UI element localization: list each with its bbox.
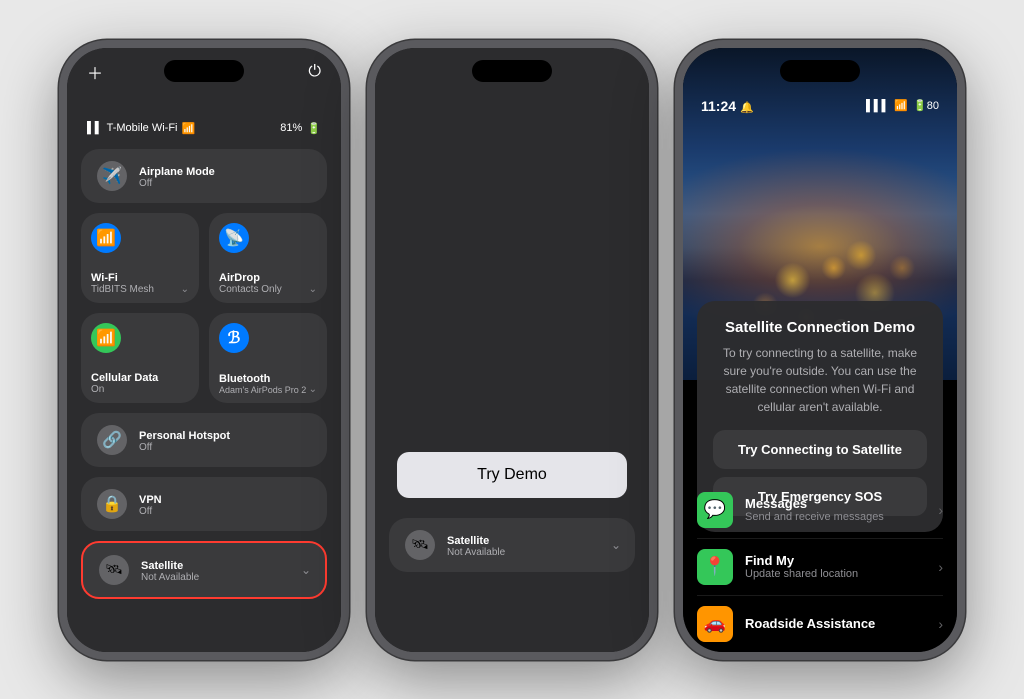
vpn-labels: VPN Off bbox=[139, 490, 162, 517]
tiles-section: ✈️ Airplane Mode Off bbox=[67, 149, 341, 203]
p3-status-icons: ▌▌▌ 📶 🔋80 bbox=[866, 99, 939, 112]
vpn-tile[interactable]: 🔒 VPN Off bbox=[81, 477, 327, 531]
p2-satellite-chevron: ⌄ bbox=[611, 538, 621, 552]
carrier-label: T-Mobile Wi-Fi bbox=[107, 122, 178, 134]
airdrop-tile[interactable]: 📡 AirDrop Contacts Only ⌄ bbox=[209, 213, 327, 303]
messages-text: Messages Send and receive messages bbox=[745, 496, 926, 523]
hotspot-labels: Personal Hotspot Off bbox=[139, 426, 230, 453]
plus-icon: ＋ bbox=[87, 60, 103, 84]
airplane-icon: ✈️ bbox=[97, 161, 127, 191]
p3-status-bar: 11:24 🔔 ▌▌▌ 📶 🔋80 bbox=[683, 98, 957, 114]
connectivity-grid: 📶 Wi-Fi TidBITS Mesh ⌄ 📡 AirDrop Contact… bbox=[67, 213, 341, 403]
bluetooth-labels: Bluetooth Adam's AirPods Pro 2 bbox=[219, 369, 317, 395]
apps-list: 💬 Messages Send and receive messages › 📍… bbox=[697, 482, 943, 652]
extra-tiles: 🔗 Personal Hotspot Off 🔒 VPN Off 🛰 bbox=[67, 413, 341, 599]
airplane-label: Airplane Mode Off bbox=[139, 162, 215, 189]
satellite-connection-screen: 11:24 🔔 ▌▌▌ 📶 🔋80 Satellite Connection D… bbox=[683, 48, 957, 652]
bluetooth-icon: ℬ bbox=[219, 323, 249, 353]
messages-app-row[interactable]: 💬 Messages Send and receive messages › bbox=[697, 482, 943, 539]
cellular-labels: Cellular Data On bbox=[91, 368, 189, 395]
messages-icon: 💬 bbox=[697, 492, 733, 528]
wifi-icon: 📶 bbox=[91, 223, 121, 253]
status-bar: ▌▌ T-Mobile Wi-Fi 📶 81% 🔋 bbox=[67, 122, 341, 135]
findmy-app-row[interactable]: 📍 Find My Update shared location › bbox=[697, 539, 943, 596]
try-connecting-button[interactable]: Try Connecting to Satellite bbox=[713, 430, 927, 469]
try-demo-button[interactable]: Try Demo bbox=[397, 452, 627, 498]
roadside-chevron: › bbox=[938, 616, 943, 632]
carrier-wifi: ▌▌ T-Mobile Wi-Fi 📶 bbox=[87, 122, 195, 135]
satellite-labels: Satellite Not Available bbox=[141, 556, 199, 583]
battery-percent: 81% bbox=[280, 122, 302, 134]
hotspot-tile[interactable]: 🔗 Personal Hotspot Off bbox=[81, 413, 327, 467]
battery-icon: 🔋 bbox=[307, 122, 321, 135]
phone2-frame: Try Demo 🛰 Satellite Not Available ⌄ bbox=[367, 40, 657, 660]
p2-satellite-tile[interactable]: 🛰 Satellite Not Available ⌄ bbox=[389, 518, 635, 572]
p2-satellite-icon: 🛰 bbox=[405, 530, 435, 560]
wifi-icon: 📶 bbox=[181, 122, 195, 135]
p2-satellite-labels: Satellite Not Available bbox=[447, 531, 505, 558]
p3-time: 11:24 🔔 bbox=[701, 98, 754, 114]
messages-chevron: › bbox=[938, 502, 943, 518]
airdrop-labels: AirDrop Contacts Only bbox=[219, 268, 317, 295]
phone1-frame: ＋ ⏻ ▌▌ T-Mobile Wi-Fi 📶 81% 🔋 ✈️ bbox=[59, 40, 349, 660]
dynamic-island bbox=[164, 60, 244, 82]
roadside-text: Roadside Assistance bbox=[745, 616, 926, 631]
power-icon: ⏻ bbox=[308, 63, 321, 81]
findmy-icon: 📍 bbox=[697, 549, 733, 585]
satellite-icon: 🛰 bbox=[99, 555, 129, 585]
vpn-icon: 🔒 bbox=[97, 489, 127, 519]
signal-bars-icon: ▌▌ bbox=[87, 122, 103, 134]
satellite-tile[interactable]: 🛰 Satellite Not Available ⌄ bbox=[81, 541, 327, 599]
bell-icon: 🔔 bbox=[740, 102, 754, 114]
wifi-tile[interactable]: 📶 Wi-Fi TidBITS Mesh ⌄ bbox=[81, 213, 199, 303]
bluetooth-tile[interactable]: ℬ Bluetooth Adam's AirPods Pro 2 ⌄ bbox=[209, 313, 327, 403]
satellite-demo-screen: Try Demo 🛰 Satellite Not Available ⌄ bbox=[375, 48, 649, 652]
findmy-chevron: › bbox=[938, 559, 943, 575]
control-center-screen: ＋ ⏻ ▌▌ T-Mobile Wi-Fi 📶 81% 🔋 ✈️ bbox=[67, 48, 341, 652]
p3-wifi-icon: 📶 bbox=[894, 99, 908, 112]
p3-dynamic-island bbox=[780, 60, 860, 82]
modal-title: Satellite Connection Demo bbox=[713, 319, 927, 336]
cellular-icon: 📶 bbox=[91, 323, 121, 353]
p2-dynamic-island bbox=[472, 60, 552, 82]
airdrop-icon: 📡 bbox=[219, 223, 249, 253]
p3-signal-icon: ▌▌▌ bbox=[866, 100, 889, 112]
hotspot-icon: 🔗 bbox=[97, 425, 127, 455]
modal-body: To try connecting to a satellite, make s… bbox=[713, 344, 927, 416]
airdrop-chevron: ⌄ bbox=[309, 284, 317, 295]
wifi-labels: Wi-Fi TidBITS Mesh bbox=[91, 268, 189, 295]
p3-battery-icon: 🔋80 bbox=[913, 99, 939, 112]
roadside-app-row[interactable]: 🚗 Roadside Assistance › bbox=[697, 596, 943, 652]
satellite-chevron: ⌄ bbox=[301, 563, 311, 577]
phone3-frame: 11:24 🔔 ▌▌▌ 📶 🔋80 Satellite Connection D… bbox=[675, 40, 965, 660]
findmy-text: Find My Update shared location bbox=[745, 553, 926, 580]
battery-status: 81% 🔋 bbox=[280, 122, 321, 135]
bluetooth-chevron: ⌄ bbox=[309, 384, 317, 395]
wifi-chevron: ⌄ bbox=[181, 284, 189, 295]
airplane-tile[interactable]: ✈️ Airplane Mode Off bbox=[81, 149, 327, 203]
cellular-tile[interactable]: 📶 Cellular Data On bbox=[81, 313, 199, 403]
roadside-icon: 🚗 bbox=[697, 606, 733, 642]
